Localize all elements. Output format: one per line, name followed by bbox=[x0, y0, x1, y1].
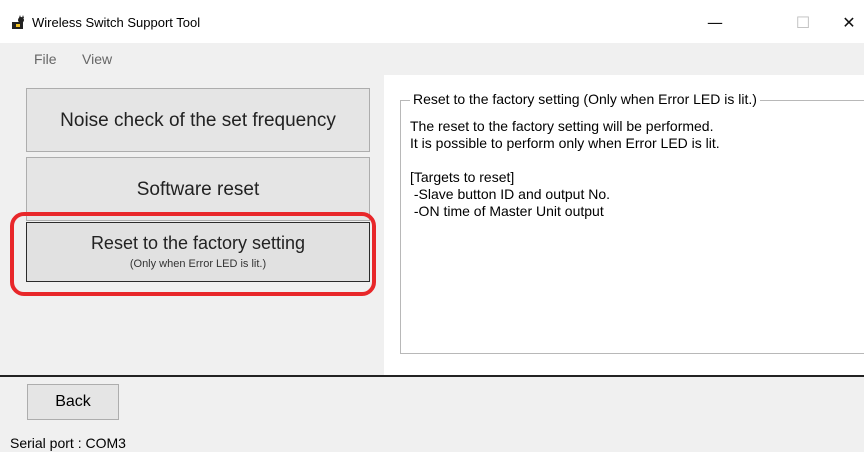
factory-reset-label: Reset to the factory setting bbox=[90, 233, 306, 253]
window-title: Wireless Switch Support Tool bbox=[32, 15, 201, 30]
menu-view[interactable]: View bbox=[82, 51, 112, 67]
status-bar bbox=[0, 431, 864, 452]
menu-file[interactable]: File bbox=[34, 51, 57, 67]
minimize-button[interactable]: — bbox=[692, 8, 738, 38]
factory-reset-button[interactable]: Reset to the factory setting (Only when … bbox=[26, 222, 370, 282]
noise-check-button[interactable]: Noise check of the set frequency bbox=[26, 88, 370, 152]
menu-bar: File View bbox=[0, 43, 864, 75]
noise-check-label: Noise check of the set frequency bbox=[60, 110, 336, 131]
close-button[interactable]: ✕ bbox=[826, 8, 864, 38]
software-reset-button[interactable]: Software reset bbox=[26, 157, 370, 221]
factory-reset-sublabel: (Only when Error LED is lit.) bbox=[129, 258, 267, 270]
maximize-button[interactable]: ☐ bbox=[780, 8, 826, 38]
back-button[interactable]: Back bbox=[27, 384, 119, 420]
title-bar: Wireless Switch Support Tool — ☐ ✕ bbox=[0, 0, 864, 43]
description-group-title: Reset to the factory setting (Only when … bbox=[410, 91, 760, 107]
cat-app-icon bbox=[12, 15, 24, 29]
serial-port-status: Serial port : COM3 bbox=[10, 435, 126, 451]
description-text: The reset to the factory setting will be… bbox=[410, 118, 720, 219]
software-reset-label: Software reset bbox=[136, 179, 260, 200]
bottom-bar bbox=[0, 375, 864, 433]
